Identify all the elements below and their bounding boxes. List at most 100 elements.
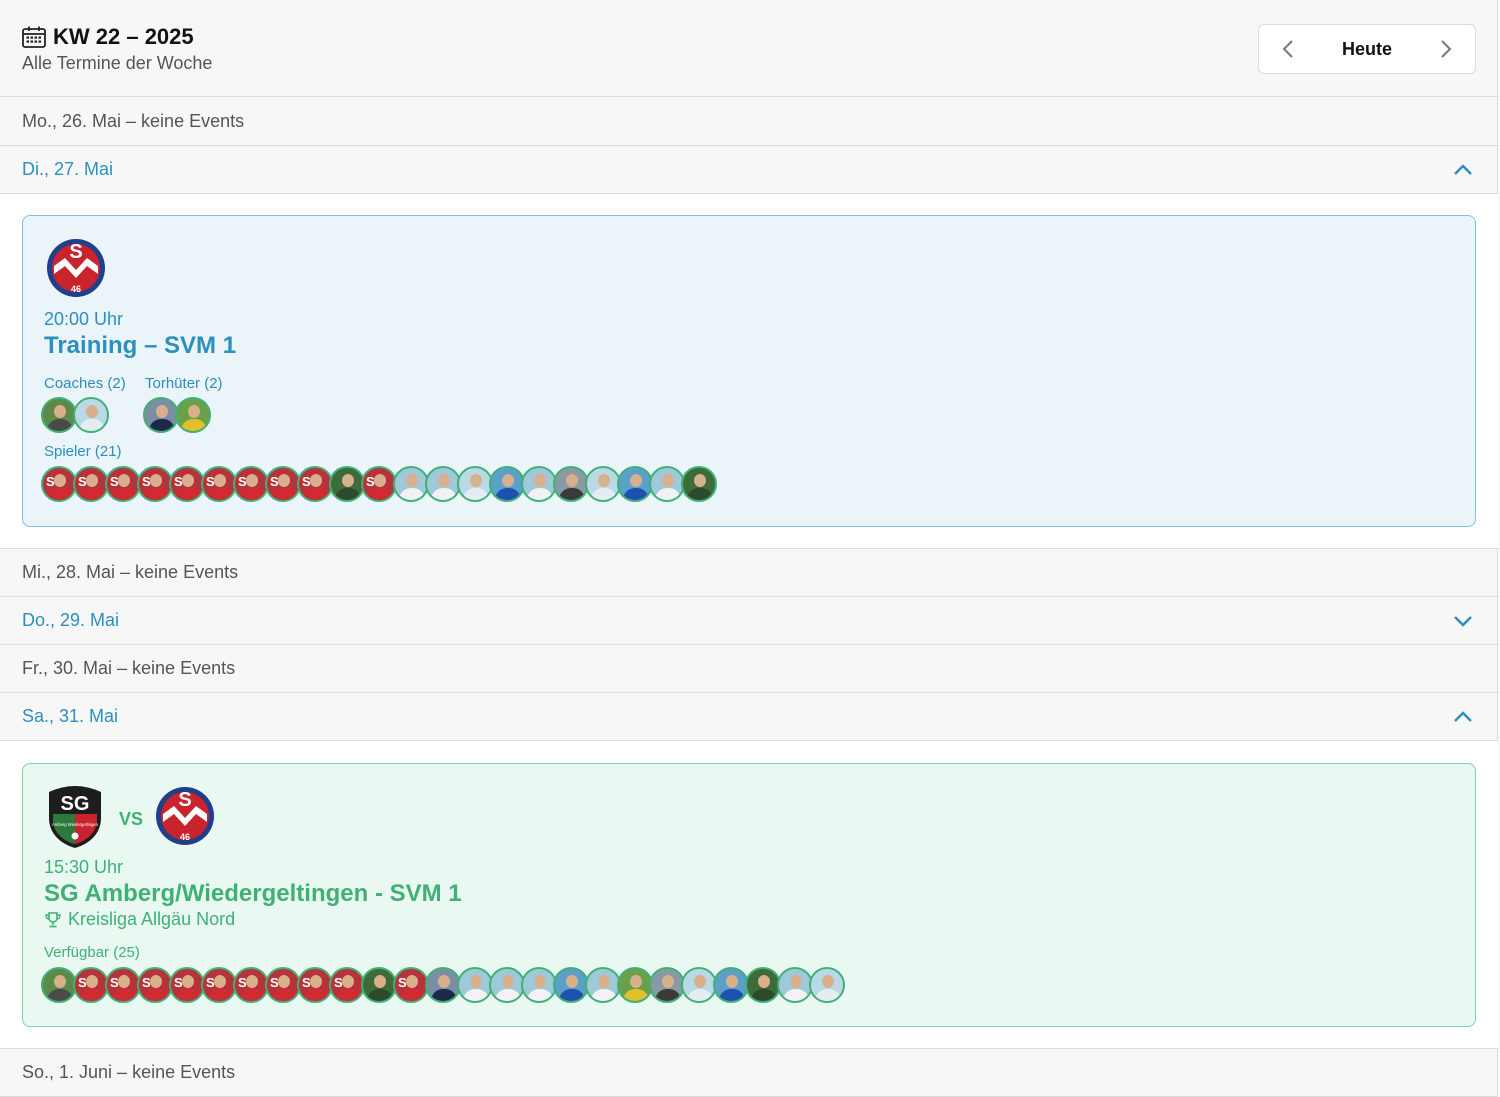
club-logo-sg-amberg: SG Amberg Wiedergeltingen [49, 786, 101, 848]
available-avatars: SSSSSSSSSS [41, 967, 845, 1003]
player-avatar[interactable] [489, 466, 525, 502]
week-header: KW 22 – 2025 Alle Termine der Woche Heut… [0, 0, 1497, 97]
logo-number: 46 [71, 284, 81, 294]
day-label: Sa., 31. Mai [22, 706, 119, 726]
day-label: Fr., 30. Mai – keine Events [22, 658, 236, 678]
player-avatar[interactable] [425, 967, 461, 1003]
player-avatar[interactable]: S [137, 466, 173, 502]
day-panel-tuesday: S 46 20:00 Uhr Training – SVM 1 Coaches … [0, 194, 1498, 549]
player-avatar[interactable] [649, 466, 685, 502]
day-label: Mo., 26. Mai – keine Events [22, 111, 245, 131]
player-avatar[interactable]: S [137, 967, 173, 1003]
player-avatar[interactable] [713, 967, 749, 1003]
player-avatar[interactable] [361, 967, 397, 1003]
player-avatar[interactable] [521, 466, 557, 502]
club-logo-svm: S 46 [156, 787, 214, 845]
day-label: Di., 27. Mai [22, 159, 114, 179]
player-avatar[interactable]: S [265, 967, 301, 1003]
player-avatar[interactable] [457, 466, 493, 502]
player-avatar[interactable] [553, 967, 589, 1003]
player-avatar[interactable]: S [201, 967, 237, 1003]
player-avatar[interactable] [681, 967, 717, 1003]
player-avatar[interactable]: S [73, 466, 109, 502]
chevron-down-icon[interactable] [1452, 611, 1474, 631]
chevron-left-icon [1282, 40, 1293, 58]
player-avatar[interactable]: S [41, 466, 77, 502]
day-panel-saturday: SG Amberg Wiedergeltingen VS S 46 15:30 … [0, 741, 1498, 1049]
player-avatar[interactable] [73, 397, 109, 433]
player-avatar[interactable] [41, 397, 77, 433]
day-row-friday: Fr., 30. Mai – keine Events [0, 645, 1498, 693]
previous-week-button[interactable] [1263, 25, 1313, 73]
chevron-up-icon[interactable] [1452, 707, 1474, 727]
event-title[interactable]: SG Amberg/Wiedergeltingen - SVM 1 [44, 880, 462, 908]
player-avatar[interactable]: S [233, 967, 269, 1003]
player-avatar[interactable] [143, 397, 179, 433]
player-avatar[interactable] [681, 466, 717, 502]
week-navigation: Heute [1258, 24, 1476, 74]
player-avatar[interactable] [329, 466, 365, 502]
player-avatar[interactable]: S [105, 466, 141, 502]
logo-letters: SG [61, 793, 90, 815]
player-avatar[interactable] [617, 967, 653, 1003]
event-title[interactable]: Training – SVM 1 [44, 332, 236, 360]
day-row-thursday[interactable]: Do., 29. Mai [0, 597, 1498, 645]
group-label-coaches: Coaches (2) [44, 375, 126, 392]
player-avatar[interactable] [809, 967, 845, 1003]
player-avatar[interactable] [585, 466, 621, 502]
player-avatar[interactable] [745, 967, 781, 1003]
player-avatar[interactable] [393, 466, 429, 502]
day-row-wednesday: Mi., 28. Mai – keine Events [0, 549, 1498, 597]
group-label-goalkeepers: Torhüter (2) [145, 375, 223, 392]
player-avatar[interactable]: S [329, 967, 365, 1003]
logo-letter: S [69, 241, 82, 263]
player-avatar[interactable]: S [169, 967, 205, 1003]
page-title: KW 22 – 2025 [53, 24, 194, 49]
logo-club-name: Amberg Wiedergeltingen [52, 822, 99, 827]
group-label-available: Verfügbar (25) [44, 944, 140, 961]
logo-number: 46 [180, 832, 190, 842]
player-avatar[interactable]: S [361, 466, 397, 502]
next-week-button[interactable] [1421, 25, 1471, 73]
day-label: So., 1. Juni – keine Events [22, 1062, 236, 1082]
event-card-training[interactable]: S 46 20:00 Uhr Training – SVM 1 Coaches … [22, 215, 1476, 527]
player-avatar[interactable]: S [265, 466, 301, 502]
league-info: Kreisliga Allgäu Nord [44, 909, 235, 930]
day-row-sunday: So., 1. Juni – keine Events [0, 1049, 1498, 1097]
chevron-right-icon [1441, 40, 1452, 58]
player-avatar[interactable] [489, 967, 525, 1003]
event-card-match[interactable]: SG Amberg Wiedergeltingen VS S 46 15:30 … [22, 763, 1476, 1027]
versus-label: VS [119, 809, 144, 829]
player-avatar[interactable] [175, 397, 211, 433]
player-avatar[interactable] [457, 967, 493, 1003]
player-avatar[interactable] [585, 967, 621, 1003]
chevron-up-icon[interactable] [1452, 160, 1474, 180]
player-avatar[interactable]: S [73, 967, 109, 1003]
week-calendar: KW 22 – 2025 Alle Termine der Woche Heut… [0, 0, 1498, 1097]
event-time: 20:00 Uhr [44, 309, 124, 329]
player-avatar[interactable]: S [201, 466, 237, 502]
today-button[interactable]: Heute [1317, 25, 1417, 73]
player-avatar[interactable] [777, 967, 813, 1003]
day-label: Do., 29. Mai [22, 610, 120, 630]
player-avatar[interactable]: S [297, 466, 333, 502]
player-avatar[interactable] [425, 466, 461, 502]
group-label-players: Spieler (21) [44, 443, 122, 460]
players-avatars: SSSSSSSSSS [41, 466, 717, 502]
player-avatar[interactable]: S [105, 967, 141, 1003]
goalkeepers-avatars [143, 397, 211, 433]
player-avatar[interactable] [649, 967, 685, 1003]
coaches-avatars [41, 397, 109, 433]
player-avatar[interactable] [41, 967, 77, 1003]
player-avatar[interactable]: S [393, 967, 429, 1003]
player-avatar[interactable]: S [233, 466, 269, 502]
player-avatar[interactable] [521, 967, 557, 1003]
club-logo-svm: S 46 [47, 239, 105, 297]
day-row-tuesday[interactable]: Di., 27. Mai [0, 146, 1498, 194]
player-avatar[interactable] [553, 466, 589, 502]
page-subtitle: Alle Termine der Woche [22, 53, 213, 73]
player-avatar[interactable] [617, 466, 653, 502]
player-avatar[interactable]: S [169, 466, 205, 502]
player-avatar[interactable]: S [297, 967, 333, 1003]
day-row-saturday[interactable]: Sa., 31. Mai [0, 693, 1498, 741]
